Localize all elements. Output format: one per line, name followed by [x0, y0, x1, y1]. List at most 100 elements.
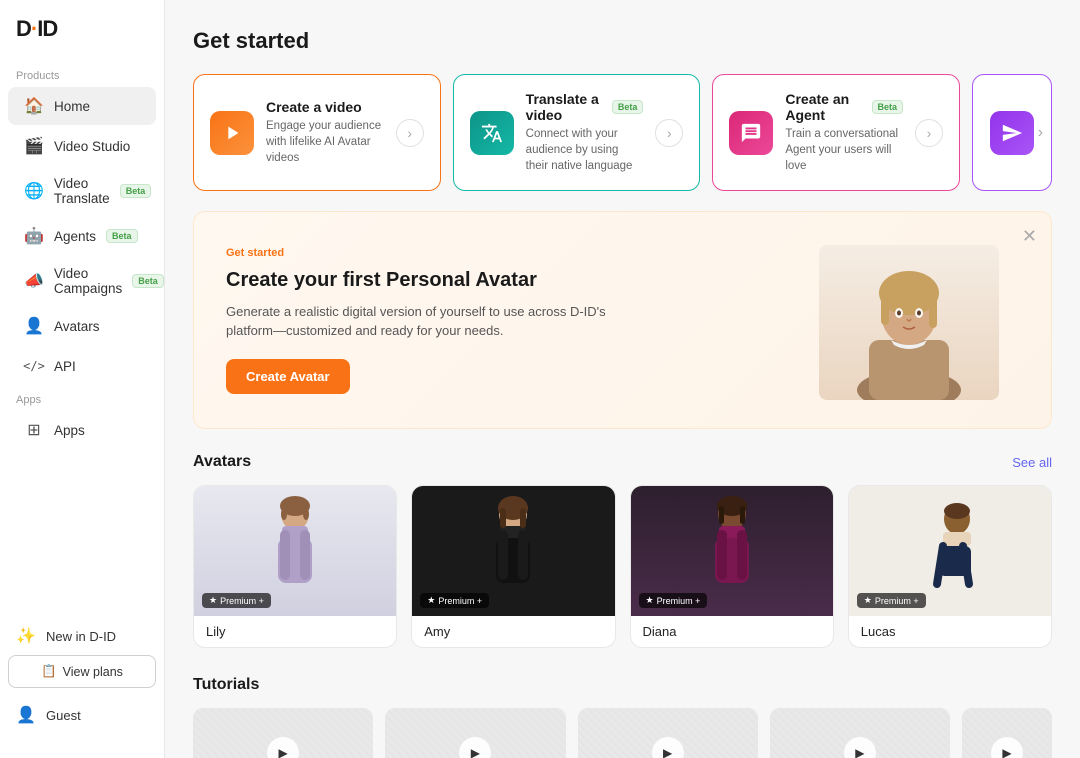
view-plans-icon: 📋 — [41, 664, 57, 679]
agents-icon: 🤖 — [24, 226, 44, 246]
banner-close-button[interactable]: ✕ — [1022, 226, 1037, 247]
sidebar-item-video-translate-label: Video Translate — [54, 176, 110, 206]
tutorials-row: ▶ Welcome to D-ID 🎬 01:15 ▶ Agents overv… — [193, 708, 1052, 758]
sidebar-item-video-studio-label: Video Studio — [54, 139, 130, 154]
avatars-see-all[interactable]: See all — [1012, 455, 1052, 470]
products-section-label: Products — [0, 62, 164, 86]
tutorial-card-welcome[interactable]: ▶ Welcome to D-ID 🎬 01:15 — [193, 708, 373, 758]
more-icon — [990, 111, 1034, 155]
agents-badge: Beta — [106, 229, 138, 243]
get-started-cards: Create a video Engage your audience with… — [193, 74, 1052, 191]
lily-image: ★Premium + — [194, 486, 396, 616]
lily-figure — [260, 494, 330, 609]
studio-play: ▶ — [652, 737, 684, 758]
sidebar-item-apps-label: Apps — [54, 423, 85, 438]
create-agent-badge: Beta — [872, 100, 904, 114]
new-in-did-icon: ✨ — [16, 626, 36, 646]
banner-avatar-image — [799, 240, 1019, 400]
translate-video-title: Translate a video — [526, 91, 602, 123]
create-video-title: Create a video — [266, 99, 384, 115]
create-agent-icon — [729, 111, 773, 155]
sidebar-item-home[interactable]: 🏠 Home — [8, 87, 156, 125]
banner-avatar-svg — [819, 245, 999, 400]
create-video-icon — [210, 111, 254, 155]
banner-title: Create your first Personal Avatar — [226, 269, 646, 292]
app-logo: D·ID — [0, 16, 164, 62]
create-agent-title: Create an Agent — [785, 91, 861, 123]
lucas-name: Lucas — [849, 616, 1051, 647]
create-video-content: Create a video Engage your audience with… — [266, 99, 384, 166]
tutorial-card-express[interactable]: ▶ How to create your Express avatar? 🎬 0… — [770, 708, 950, 758]
card-create-agent[interactable]: Create an Agent Beta Train a conversatio… — [712, 74, 960, 191]
tutorials-section-header: Tutorials — [193, 676, 1052, 694]
create-agent-arrow: › — [915, 119, 943, 147]
t5-thumb: ▶ — [962, 708, 1052, 758]
video-studio-icon: 🎬 — [24, 136, 44, 156]
sidebar-item-video-campaigns[interactable]: 📣 Video Campaigns Beta — [8, 257, 156, 305]
diana-figure — [697, 494, 767, 609]
create-avatar-button[interactable]: Create Avatar — [226, 359, 350, 394]
diana-name: Diana — [631, 616, 833, 647]
amy-premium-badge: ★Premium + — [420, 593, 489, 608]
lucas-figure — [915, 494, 985, 609]
tutorial-card-agents[interactable]: ▶ Agents overview 🎬 01:49 — [385, 708, 565, 758]
translate-video-desc: Connect with your audience by using thei… — [526, 126, 644, 174]
guest-icon: 👤 — [16, 705, 36, 725]
amy-image: ★Premium + — [412, 486, 614, 616]
avatar-card-amy[interactable]: ★Premium + Amy — [411, 485, 615, 648]
avatar-card-lucas[interactable]: ★Premium + Lucas — [848, 485, 1052, 648]
express-play: ▶ — [844, 737, 876, 758]
sidebar: D·ID Products 🏠 Home 🎬 Video Studio 🌐 Vi… — [0, 0, 165, 758]
video-translate-icon: 🌐 — [24, 181, 44, 201]
sidebar-item-home-label: Home — [54, 99, 90, 114]
sidebar-item-guest-label: Guest — [46, 708, 81, 723]
create-agent-content: Create an Agent Beta Train a conversatio… — [785, 91, 903, 174]
welcome-play: ▶ — [267, 737, 299, 758]
more-arrow: › — [1038, 124, 1043, 142]
avatars-grid: ★Premium + Lily ★Premium + — [193, 485, 1052, 648]
create-video-arrow: › — [396, 119, 424, 147]
agents-thumb: ▶ — [385, 708, 565, 758]
lucas-premium-badge: ★Premium + — [857, 593, 926, 608]
translate-video-content: Translate a video Beta Connect with your… — [526, 91, 644, 174]
translate-video-icon — [470, 111, 514, 155]
sidebar-item-apps[interactable]: ⊞ Apps — [8, 411, 156, 449]
sidebar-item-avatars[interactable]: 👤 Avatars — [8, 307, 156, 345]
lily-premium-badge: ★Premium + — [202, 593, 271, 608]
api-icon: </> — [24, 356, 44, 376]
lily-name: Lily — [194, 616, 396, 647]
sidebar-item-video-studio[interactable]: 🎬 Video Studio — [8, 127, 156, 165]
main-content: Get started Create a video Engage your a… — [165, 0, 1080, 758]
avatars-section-header: Avatars See all — [193, 453, 1052, 471]
video-campaigns-icon: 📣 — [24, 271, 44, 291]
card-translate-video[interactable]: Translate a video Beta Connect with your… — [453, 74, 701, 191]
tutorials-container: ▶ Welcome to D-ID 🎬 01:15 ▶ Agents overv… — [193, 708, 1052, 758]
sidebar-item-agents-label: Agents — [54, 229, 96, 244]
translate-video-arrow: › — [655, 119, 683, 147]
page-title: Get started — [193, 28, 1052, 54]
diana-image: ★Premium + — [631, 486, 833, 616]
sidebar-item-agents[interactable]: 🤖 Agents Beta — [8, 217, 156, 255]
avatars-section-title: Avatars — [193, 453, 251, 471]
tutorial-card-studio[interactable]: ▶ Studio overview 🎬 02:28 — [578, 708, 758, 758]
sidebar-item-video-translate[interactable]: 🌐 Video Translate Beta — [8, 167, 156, 215]
sidebar-bottom: ✨ New in D-ID 📋 View plans 👤 Guest — [0, 609, 164, 742]
card-create-video[interactable]: Create a video Engage your audience with… — [193, 74, 441, 191]
avatar-card-lily[interactable]: ★Premium + Lily — [193, 485, 397, 648]
amy-figure — [478, 494, 548, 609]
studio-thumb: ▶ — [578, 708, 758, 758]
banner-content: Get started Create your first Personal A… — [226, 247, 646, 394]
avatar-card-diana[interactable]: ★Premium + Diana — [630, 485, 834, 648]
view-plans-button[interactable]: 📋 View plans — [8, 655, 156, 688]
express-thumb: ▶ — [770, 708, 950, 758]
card-more[interactable]: › — [972, 74, 1052, 191]
sidebar-item-guest[interactable]: 👤 Guest — [8, 696, 156, 734]
home-icon: 🏠 — [24, 96, 44, 116]
banner-tag: Get started — [226, 247, 646, 259]
tutorial-card-5[interactable]: ▶ How to t… 🎬 01:03 — [962, 708, 1052, 758]
sidebar-item-api[interactable]: </> API — [8, 347, 156, 385]
sidebar-item-new-in-did[interactable]: ✨ New in D-ID — [8, 617, 156, 655]
view-plans-label: View plans — [63, 665, 123, 679]
translate-video-badge: Beta — [612, 100, 644, 114]
sidebar-item-avatars-label: Avatars — [54, 319, 100, 334]
